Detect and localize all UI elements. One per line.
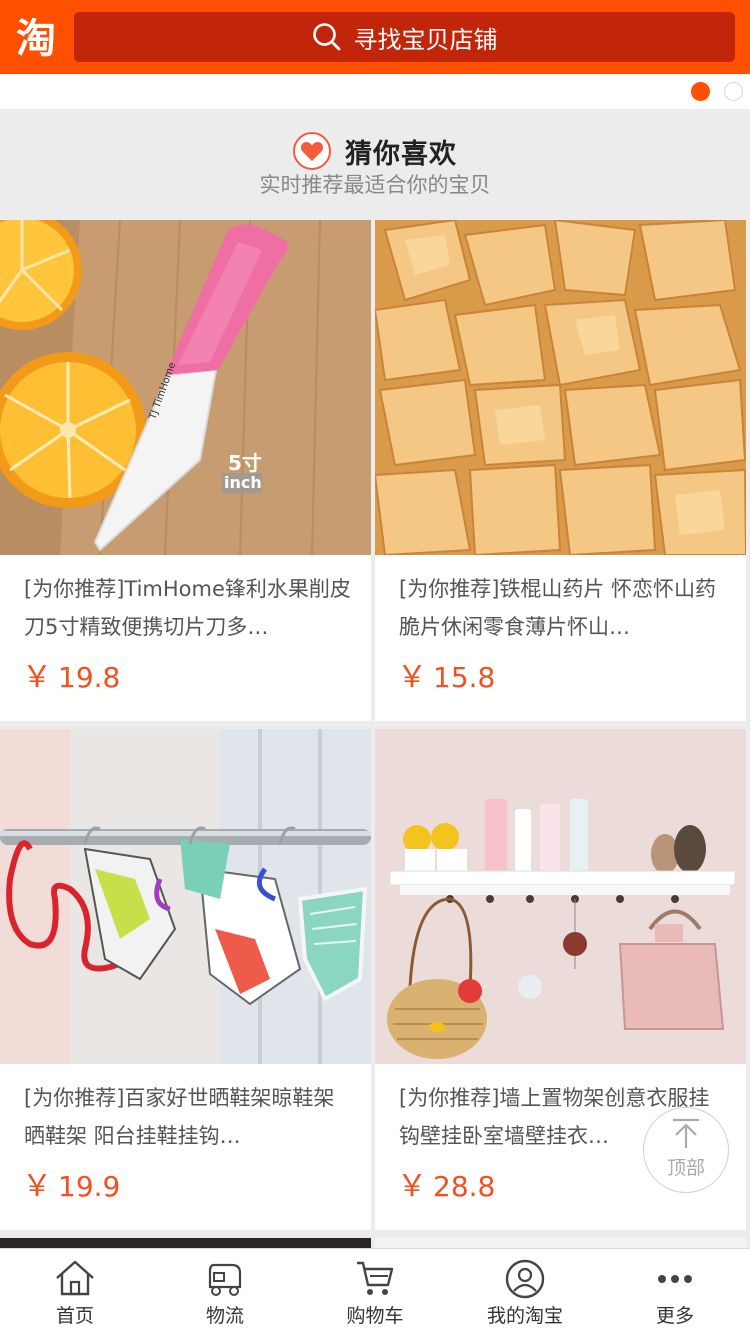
search-placeholder: 寻找宝贝店铺 — [353, 25, 498, 54]
carousel-dot[interactable] — [724, 82, 743, 101]
product-title[interactable]: [为你推荐]百家好世晒鞋架晾鞋架晒鞋架 阳台挂鞋挂钩… — [24, 1079, 354, 1155]
home-icon — [56, 1260, 94, 1296]
back-to-top-label: 顶部 — [666, 1157, 705, 1179]
truck-icon — [208, 1263, 242, 1296]
arrow-up-icon — [673, 1118, 699, 1148]
nav-more[interactable]: 更多 — [600, 1249, 750, 1334]
product-card[interactable]: [为你推荐]百家好世晒鞋架晾鞋架晒鞋架 阳台挂鞋挂钩… ￥ 19.9 — [0, 729, 371, 1230]
more-icon — [658, 1275, 692, 1283]
bottom-nav: 首页 物流 购物车 我的淘宝 更多 — [0, 1248, 750, 1334]
carousel-indicator — [0, 74, 750, 109]
search-icon — [312, 23, 340, 51]
section-title: 猜你喜欢 — [345, 138, 457, 170]
product-card[interactable]: [为你推荐]铁棍山药片 怀恋怀山药脆片休闲零食薄片怀山… ￥ 15.8 — [375, 220, 746, 721]
product-image-knife[interactable]: TJ TimHome 5寸 inch — [0, 220, 371, 555]
product-title[interactable]: [为你推荐]TimHome锋利水果削皮刀5寸精致便携切片刀多… — [24, 570, 354, 646]
product-price: ￥ 28.8 — [397, 1169, 496, 1204]
svg-text:淘: 淘 — [16, 16, 56, 62]
search-bar[interactable]: 寻找宝贝店铺 — [74, 12, 735, 62]
product-card[interactable]: TJ TimHome 5寸 inch [为你推荐]TimHome锋利水果削皮刀5… — [0, 220, 371, 721]
svg-text:5寸: 5寸 — [228, 451, 262, 475]
carousel-dot-active[interactable] — [691, 82, 710, 101]
product-image-shoe-rack[interactable] — [0, 729, 371, 1064]
taobao-logo[interactable]: 淘 — [8, 12, 64, 62]
back-to-top-button[interactable]: 顶部 — [643, 1107, 729, 1193]
product-price: ￥ 15.8 — [397, 660, 496, 695]
recommend-section-header: 猜你喜欢 实时推荐最适合你的宝贝 — [0, 109, 750, 221]
product-price: ￥ 19.9 — [22, 1169, 121, 1204]
cart-icon — [357, 1261, 394, 1295]
product-price: ￥ 19.8 — [22, 660, 121, 695]
nav-my-taobao[interactable]: 我的淘宝 — [450, 1249, 600, 1334]
svg-text:inch: inch — [224, 473, 262, 492]
product-title[interactable]: [为你推荐]铁棍山药片 怀恋怀山药脆片休闲零食薄片怀山… — [399, 570, 729, 646]
heart-icon — [293, 132, 331, 170]
nav-logistics[interactable]: 物流 — [150, 1249, 300, 1334]
nav-cart[interactable]: 购物车 — [300, 1249, 450, 1334]
product-image-wall-shelf[interactable] — [375, 729, 746, 1064]
user-icon — [505, 1259, 545, 1299]
section-subtitle: 实时推荐最适合你的宝贝 — [259, 173, 491, 197]
top-bar: 淘 寻找宝贝店铺 — [0, 0, 750, 74]
product-image-yam-chips[interactable] — [375, 220, 746, 555]
nav-home[interactable]: 首页 — [0, 1249, 150, 1334]
